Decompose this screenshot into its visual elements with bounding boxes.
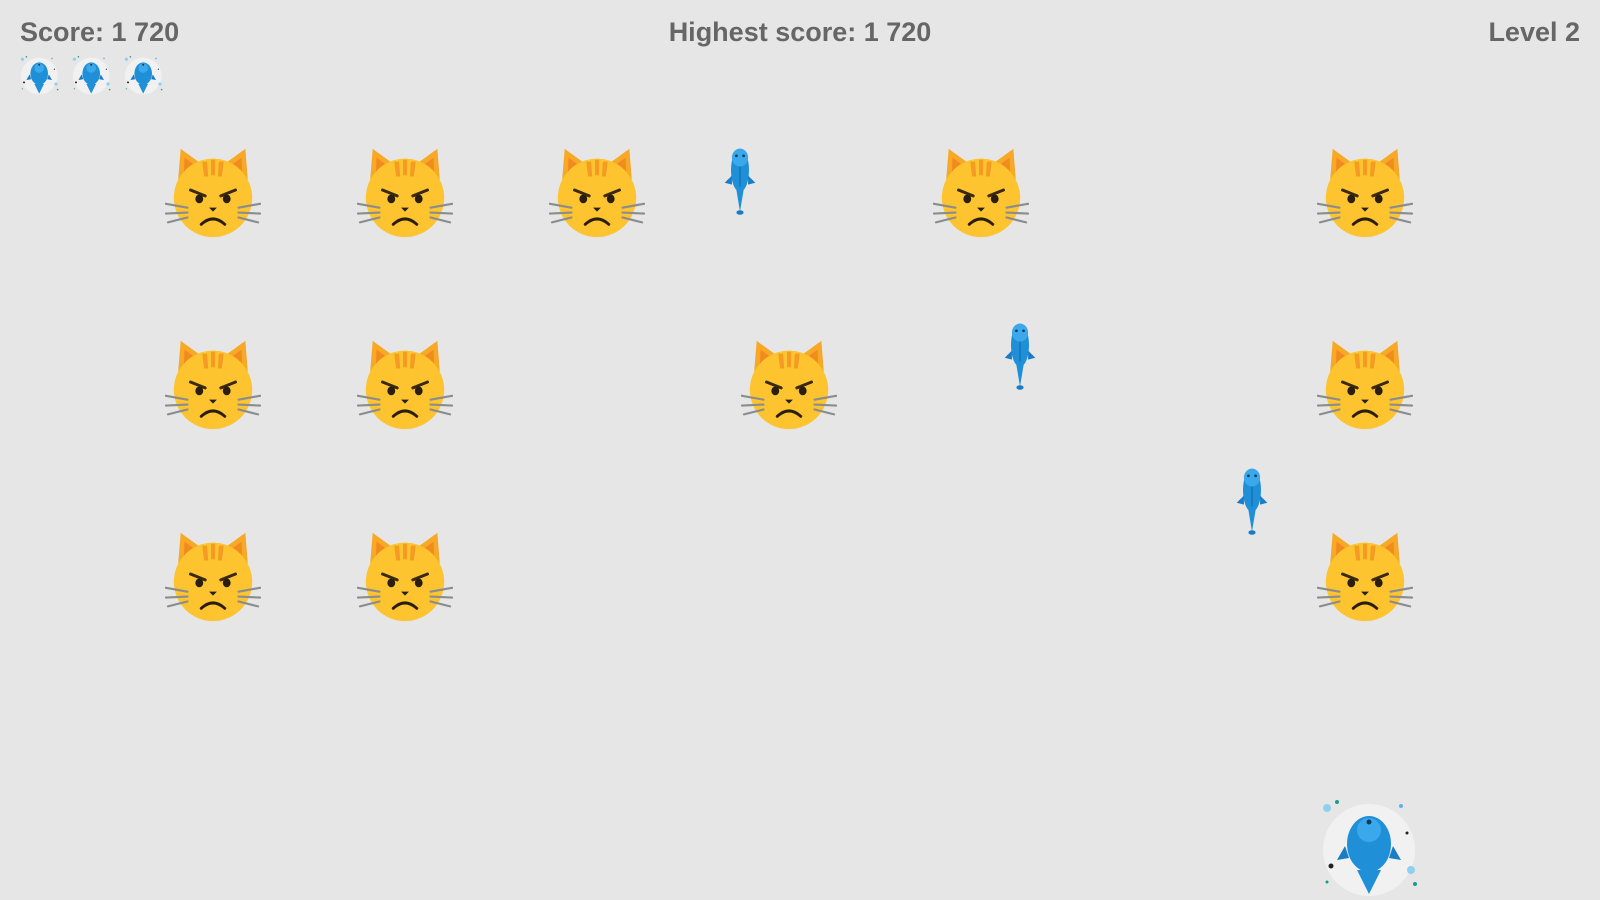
angry-cat-icon xyxy=(356,527,454,625)
angry-cat-icon xyxy=(164,143,262,241)
angry-cat-icon xyxy=(548,143,646,241)
angry-cat-icon xyxy=(1316,335,1414,433)
angry-cat-icon xyxy=(1316,527,1414,625)
lives-indicator xyxy=(20,56,164,96)
fish-projectile-icon xyxy=(722,143,758,219)
life-fish-icon xyxy=(72,56,112,96)
angry-cat-icon xyxy=(356,143,454,241)
fish-player-icon[interactable] xyxy=(1318,800,1424,900)
life-fish-icon xyxy=(20,56,60,96)
angry-cat-icon xyxy=(164,527,262,625)
life-fish-icon xyxy=(124,56,164,96)
angry-cat-icon xyxy=(932,143,1030,241)
fish-projectile-icon xyxy=(1234,463,1270,539)
highscore-label: Highest score: 1 720 xyxy=(668,17,932,47)
angry-cat-icon xyxy=(356,335,454,433)
angry-cat-icon xyxy=(164,335,262,433)
angry-cat-icon xyxy=(740,335,838,433)
angry-cat-icon xyxy=(1316,143,1414,241)
fish-projectile-icon xyxy=(1002,318,1038,394)
level-label: Level 2 xyxy=(1488,17,1580,47)
